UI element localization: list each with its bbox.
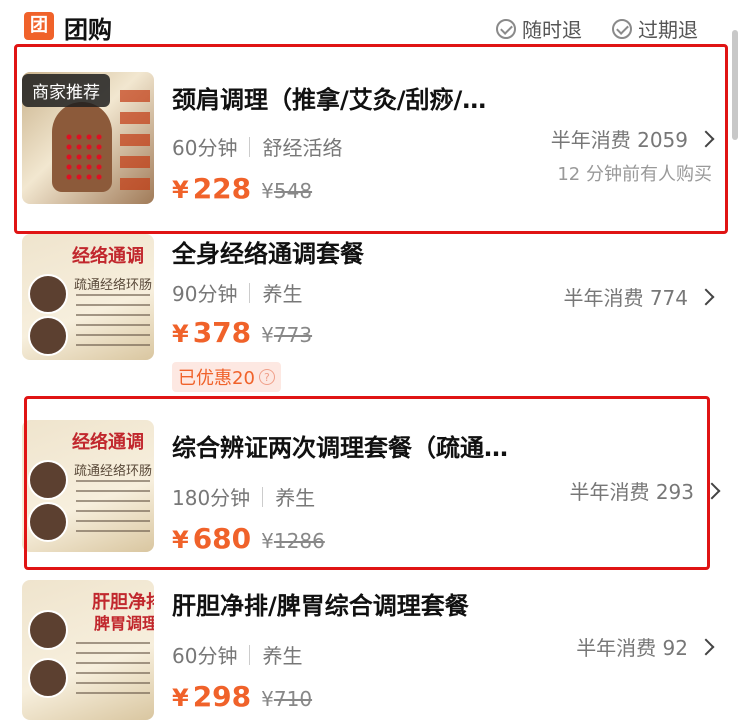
deal-price: ¥ 298 ¥ 710 xyxy=(172,680,313,713)
deal-duration: 90分钟 xyxy=(172,282,238,306)
deal-category: 养生 xyxy=(262,644,303,668)
check-circle-icon xyxy=(496,18,516,39)
current-price: 298 xyxy=(192,680,252,713)
original-price: 710 xyxy=(273,687,313,711)
check-circle-icon xyxy=(612,18,632,39)
sales-count[interactable]: 半年消费 92 xyxy=(576,632,715,661)
section-title: 团购 xyxy=(64,16,112,44)
current-price: 378 xyxy=(192,316,252,349)
chevron-right-icon xyxy=(697,638,715,655)
question-icon: ? xyxy=(258,369,275,385)
chevron-right-icon xyxy=(697,288,715,305)
groupbuy-logo-icon: 团 xyxy=(24,12,54,40)
deal-meta: 60分钟 养生 xyxy=(172,640,302,669)
deal-card-2[interactable]: 经络通调 疏通经络环肠 全身经络通调套餐 90分钟 养生 ¥ 378 ¥ 773… xyxy=(0,234,742,394)
refund-expired-label: 过期退 xyxy=(638,18,698,42)
deal-duration: 60分钟 xyxy=(172,644,238,668)
sales-count[interactable]: 半年消费 774 xyxy=(563,282,715,311)
refund-anytime-tag: 随时退 xyxy=(496,14,582,43)
original-price: 773 xyxy=(273,323,313,347)
deal-price: ¥ 378 ¥ 773 xyxy=(172,316,313,349)
highlight-box xyxy=(24,396,710,570)
deal-thumbnail: 经络通调 疏通经络环肠 xyxy=(22,234,154,360)
deal-name[interactable]: 全身经络通调套餐 xyxy=(172,234,364,269)
deal-card-4[interactable]: 肝胆净排 脾胃调理 肝胆净排/脾胃综合调理套餐 60分钟 养生 ¥ 298 ¥ … xyxy=(0,576,742,721)
discount-badge[interactable]: 已优惠20 ? xyxy=(172,362,281,392)
deal-thumbnail: 肝胆净排 脾胃调理 xyxy=(22,580,154,720)
deal-name[interactable]: 肝胆净排/脾胃综合调理套餐 xyxy=(172,586,469,621)
refund-anytime-label: 随时退 xyxy=(522,18,582,42)
refund-expired-tag: 过期退 xyxy=(612,14,698,43)
deal-meta: 90分钟 养生 xyxy=(172,278,302,307)
highlight-box xyxy=(14,44,728,234)
deal-category: 养生 xyxy=(262,282,303,306)
